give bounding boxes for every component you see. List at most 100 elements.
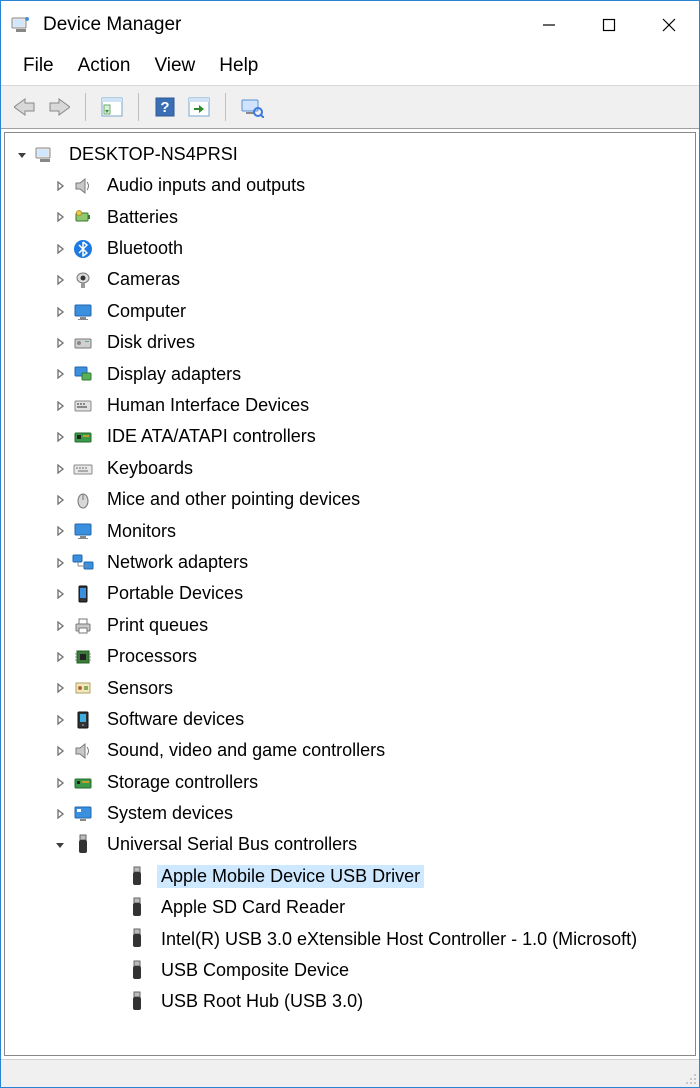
tree-category-hid[interactable]: Human Interface Devices xyxy=(9,390,691,421)
tree-item-label: Apple SD Card Reader xyxy=(157,896,349,920)
chevron-right-icon[interactable] xyxy=(51,554,69,572)
titlebar: Device Manager xyxy=(1,1,699,49)
window-title: Device Manager xyxy=(43,14,181,36)
tree-item-label: Monitors xyxy=(103,520,180,544)
tree-item-label: Storage controllers xyxy=(103,771,262,795)
chevron-right-icon[interactable] xyxy=(51,742,69,760)
tree-item-label: Apple Mobile Device USB Driver xyxy=(157,865,424,889)
toolbar: ? xyxy=(1,85,699,129)
tree-category-cameras[interactable]: Cameras xyxy=(9,265,691,296)
tree-item-label: Portable Devices xyxy=(103,582,247,606)
tree-category-sensors[interactable]: Sensors xyxy=(9,673,691,704)
tree-usb-child-apple-mobile[interactable]: Apple Mobile Device USB Driver xyxy=(9,861,691,892)
chevron-right-icon[interactable] xyxy=(51,334,69,352)
network-icon xyxy=(71,551,95,575)
tree-category-keyboards[interactable]: Keyboards xyxy=(9,453,691,484)
chevron-right-icon[interactable] xyxy=(51,679,69,697)
resize-grip-icon[interactable] xyxy=(679,1060,699,1087)
tree-category-audio[interactable]: Audio inputs and outputs xyxy=(9,170,691,201)
battery-icon xyxy=(71,205,95,229)
device-manager-icon xyxy=(9,13,33,37)
tree-item-label: USB Root Hub (USB 3.0) xyxy=(157,990,367,1014)
chevron-right-icon[interactable] xyxy=(51,460,69,478)
tree-usb-child-root-hub[interactable]: USB Root Hub (USB 3.0) xyxy=(9,987,691,1018)
menubar: File Action View Help xyxy=(1,49,699,85)
system-device-icon xyxy=(71,802,95,826)
tree-item-label: Print queues xyxy=(103,614,212,638)
menu-help[interactable]: Help xyxy=(213,51,276,81)
menu-file[interactable]: File xyxy=(17,51,72,81)
tree-category-monitors[interactable]: Monitors xyxy=(9,516,691,547)
chevron-right-icon[interactable] xyxy=(51,522,69,540)
chevron-right-icon[interactable] xyxy=(51,774,69,792)
sensors-icon xyxy=(71,676,95,700)
chevron-right-icon[interactable] xyxy=(51,240,69,258)
chevron-right-icon[interactable] xyxy=(51,491,69,509)
window-controls xyxy=(519,1,699,49)
processor-icon xyxy=(71,645,95,669)
chevron-right-icon[interactable] xyxy=(51,303,69,321)
menu-view[interactable]: View xyxy=(148,51,213,81)
tree-item-label: Universal Serial Bus controllers xyxy=(103,833,361,857)
usb-icon xyxy=(125,896,149,920)
tree-category-bluetooth[interactable]: Bluetooth xyxy=(9,233,691,264)
tree-category-display[interactable]: Display adapters xyxy=(9,359,691,390)
chevron-right-icon[interactable] xyxy=(51,711,69,729)
tree-item-label: System devices xyxy=(103,802,237,826)
usb-icon xyxy=(125,865,149,889)
close-button[interactable] xyxy=(639,1,699,49)
tree-category-computer[interactable]: Computer xyxy=(9,296,691,327)
properties-button[interactable] xyxy=(238,93,266,121)
chevron-right-icon[interactable] xyxy=(51,208,69,226)
chevron-right-icon[interactable] xyxy=(51,177,69,195)
tree-category-mice[interactable]: Mice and other pointing devices xyxy=(9,484,691,515)
chevron-right-icon[interactable] xyxy=(51,271,69,289)
usb-icon xyxy=(125,990,149,1014)
tree-item-label: IDE ATA/ATAPI controllers xyxy=(103,425,320,449)
tree-category-network[interactable]: Network adapters xyxy=(9,547,691,578)
tree-item-label: Processors xyxy=(103,645,201,669)
chevron-right-icon[interactable] xyxy=(51,428,69,446)
chevron-right-icon[interactable] xyxy=(51,648,69,666)
tree-category-batteries[interactable]: Batteries xyxy=(9,202,691,233)
software-device-icon xyxy=(71,708,95,732)
toolbar-separator xyxy=(138,93,139,121)
back-button[interactable] xyxy=(11,93,39,121)
tree-category-printq[interactable]: Print queues xyxy=(9,610,691,641)
tree-category-usb[interactable]: Universal Serial Bus controllers xyxy=(9,830,691,861)
minimize-button[interactable] xyxy=(519,1,579,49)
tree-category-storage[interactable]: Storage controllers xyxy=(9,767,691,798)
chevron-right-icon[interactable] xyxy=(51,805,69,823)
tree-category-disk[interactable]: Disk drives xyxy=(9,327,691,358)
tree-category-system[interactable]: System devices xyxy=(9,798,691,829)
chevron-right-icon[interactable] xyxy=(51,617,69,635)
menu-action[interactable]: Action xyxy=(72,51,149,81)
chevron-right-icon[interactable] xyxy=(51,365,69,383)
help-button[interactable]: ? xyxy=(151,93,179,121)
tree-category-portable[interactable]: Portable Devices xyxy=(9,578,691,609)
chevron-down-icon[interactable] xyxy=(51,836,69,854)
tree-root[interactable]: DESKTOP-NS4PRSI xyxy=(9,139,691,170)
show-hide-console-button[interactable] xyxy=(98,93,126,121)
scan-hardware-button[interactable] xyxy=(185,93,213,121)
storage-controller-icon xyxy=(71,771,95,795)
chevron-right-icon[interactable] xyxy=(51,397,69,415)
content-area: DESKTOP-NS4PRSI Audio inputs and outputs… xyxy=(1,129,699,1087)
chevron-right-icon[interactable] xyxy=(51,585,69,603)
tree-category-processors[interactable]: Processors xyxy=(9,641,691,672)
forward-button[interactable] xyxy=(45,93,73,121)
tree-item-label: Cameras xyxy=(103,268,184,292)
hid-icon xyxy=(71,394,95,418)
tree-root-label: DESKTOP-NS4PRSI xyxy=(65,143,242,167)
tree-usb-child-intel[interactable]: Intel(R) USB 3.0 eXtensible Host Control… xyxy=(9,924,691,955)
tree-category-software[interactable]: Software devices xyxy=(9,704,691,735)
maximize-button[interactable] xyxy=(579,1,639,49)
tree-usb-child-composite[interactable]: USB Composite Device xyxy=(9,955,691,986)
tree-category-ide[interactable]: IDE ATA/ATAPI controllers xyxy=(9,422,691,453)
chevron-down-icon[interactable] xyxy=(13,146,31,164)
keyboard-icon xyxy=(71,457,95,481)
tree-category-sound[interactable]: Sound, video and game controllers xyxy=(9,735,691,766)
tree-usb-child-apple-sd[interactable]: Apple SD Card Reader xyxy=(9,892,691,923)
tree-view[interactable]: DESKTOP-NS4PRSI Audio inputs and outputs… xyxy=(4,132,696,1056)
portable-device-icon xyxy=(71,582,95,606)
